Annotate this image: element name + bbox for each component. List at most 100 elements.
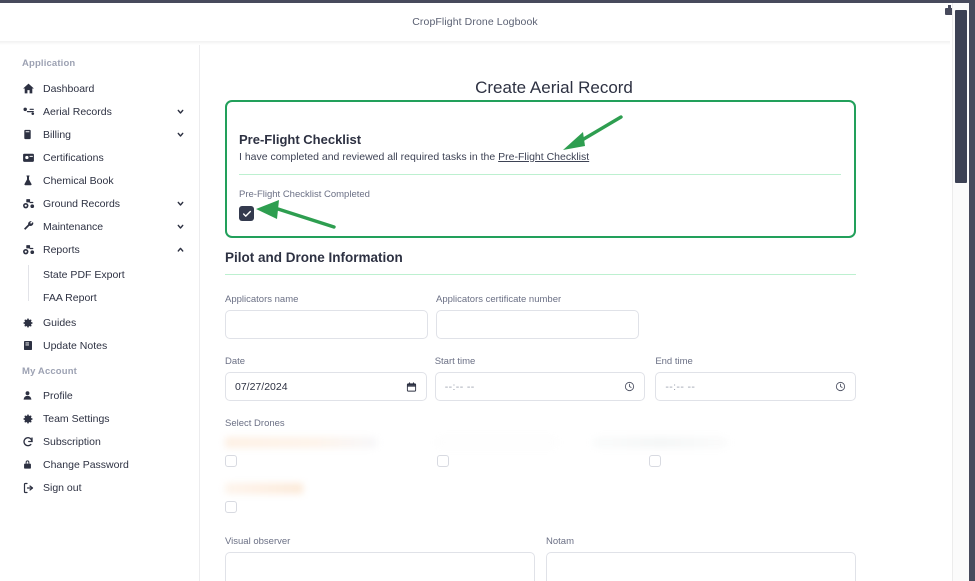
sidebar-item-label: Maintenance <box>43 220 104 233</box>
sidebar-item-label: Chemical Book <box>43 174 114 187</box>
sidebar-item-label: Aerial Records <box>43 105 112 118</box>
drone-name-redacted <box>593 437 728 448</box>
checklist-heading: Pre-Flight Checklist <box>239 132 362 147</box>
chevron-up-icon[interactable] <box>175 245 186 254</box>
applicators-certificate-number-input[interactable] <box>436 310 639 339</box>
sidebar-section-my-account: My Account <box>22 366 77 377</box>
end-time-field-group: End time --:-- -- <box>655 356 856 401</box>
vertical-scrollbar-thumb[interactable] <box>955 10 967 183</box>
sidebar-item-ground-records[interactable]: Ground Records <box>0 192 200 215</box>
sidebar-item-label: Team Settings <box>43 412 110 425</box>
sidebar-item-sign-out[interactable]: Sign out <box>0 476 200 499</box>
sidebar: Application Dashboard Aerial Records Bil… <box>0 45 200 581</box>
receipt-icon <box>22 128 37 141</box>
sidebar-item-state-pdf-export[interactable]: State PDF Export <box>22 263 200 286</box>
clock-icon[interactable] <box>835 381 846 392</box>
sidebar-item-change-password[interactable]: Change Password <box>0 453 200 476</box>
sidebar-item-maintenance[interactable]: Maintenance <box>0 215 200 238</box>
chevron-down-icon[interactable] <box>175 199 186 208</box>
pilot-and-drone-information-section: Pilot and Drone Information Applicators … <box>225 250 856 526</box>
window-chrome-right <box>969 0 975 581</box>
sidebar-item-label: Guides <box>43 316 77 329</box>
sidebar-item-update-notes[interactable]: Update Notes <box>0 334 200 357</box>
start-time-input[interactable]: --:-- -- <box>434 372 646 401</box>
sidebar-item-profile[interactable]: Profile <box>0 384 200 407</box>
app-title: CropFlight Drone Logbook <box>412 16 538 28</box>
sidebar-item-reports[interactable]: Reports <box>0 238 200 261</box>
home-icon <box>22 82 37 95</box>
app-window: CropFlight Drone Logbook Application Das… <box>0 0 975 581</box>
sidebar-item-billing[interactable]: Billing <box>0 123 200 146</box>
sidebar-item-certifications[interactable]: Certifications <box>0 146 200 169</box>
notam-field-group: Notam <box>546 536 856 581</box>
sidebar-item-dashboard[interactable]: Dashboard <box>0 77 200 100</box>
app-header-bar: CropFlight Drone Logbook <box>0 3 950 41</box>
sidebar-item-label: Ground Records <box>43 197 121 210</box>
sidebar-reports-submenu: State PDF Export FAA Report <box>0 263 200 309</box>
pre-flight-checklist-link[interactable]: Pre-Flight Checklist <box>498 151 589 163</box>
drone-checkbox[interactable] <box>225 501 237 513</box>
visual-observer-textarea[interactable] <box>225 552 535 581</box>
sidebar-item-label: Profile <box>43 389 73 402</box>
name-cert-row: Applicators name Applicators certificate… <box>225 294 856 339</box>
sidebar-item-label: Change Password <box>43 458 129 471</box>
end-time-value: --:-- -- <box>665 380 696 393</box>
drone-icon <box>22 105 37 118</box>
pre-flight-checklist-card: Pre-Flight Checklist I have completed an… <box>225 100 856 238</box>
sidebar-item-team-settings[interactable]: Team Settings <box>0 407 200 430</box>
sidebar-item-label: Reports <box>43 243 80 256</box>
certificate-icon <box>22 151 37 164</box>
sidebar-item-chemical-book[interactable]: Chemical Book <box>0 169 200 192</box>
sidebar-item-label: Billing <box>43 128 72 141</box>
book-icon <box>22 339 37 352</box>
chevron-down-icon[interactable] <box>175 107 186 116</box>
wrench-icon <box>22 220 37 233</box>
sign-out-icon <box>22 482 37 494</box>
calendar-icon[interactable] <box>406 381 417 393</box>
applicators-name-field-group: Applicators name <box>225 294 428 339</box>
drone-name-redacted <box>437 437 557 448</box>
applicators-name-label: Applicators name <box>225 294 299 305</box>
applicators-name-input[interactable] <box>225 310 428 339</box>
sidebar-item-guides[interactable]: Guides <box>0 311 200 334</box>
drone-checkbox[interactable] <box>649 455 661 467</box>
sidebar-item-label: Update Notes <box>43 339 108 352</box>
tractor-icon <box>22 243 37 256</box>
observer-notam-row: Visual observer Notam <box>225 536 856 581</box>
start-time-value: --:-- -- <box>444 380 475 393</box>
checklist-divider <box>239 174 841 175</box>
sidebar-section-application: Application <box>22 58 76 69</box>
sidebar-item-label: Sign out <box>43 481 82 494</box>
flask-icon <box>22 174 37 187</box>
sidebar-item-label: Subscription <box>43 435 101 448</box>
chevron-down-icon[interactable] <box>175 222 186 231</box>
end-time-label: End time <box>655 356 693 367</box>
drone-option[interactable] <box>225 483 303 513</box>
end-time-input[interactable]: --:-- -- <box>655 372 856 401</box>
notam-textarea[interactable] <box>546 552 856 581</box>
refresh-icon <box>22 436 37 448</box>
drone-option[interactable] <box>437 437 557 467</box>
checklist-checkbox-label: Pre-Flight Checklist Completed <box>239 189 370 200</box>
applicators-certificate-number-label: Applicators certificate number <box>436 294 562 305</box>
applicators-certificate-number-field-group: Applicators certificate number <box>436 294 639 339</box>
sidebar-item-aerial-records[interactable]: Aerial Records <box>0 100 200 123</box>
sidebar-item-subscription[interactable]: Subscription <box>0 430 200 453</box>
checklist-description-text: I have completed and reviewed all requir… <box>239 151 499 163</box>
clock-icon[interactable] <box>624 381 635 392</box>
checklist-description: I have completed and reviewed all requir… <box>239 151 841 163</box>
drone-checkbox[interactable] <box>437 455 449 467</box>
notam-label: Notam <box>546 536 574 547</box>
visual-observer-label: Visual observer <box>225 536 291 547</box>
sidebar-item-faa-report[interactable]: FAA Report <box>22 286 200 309</box>
pre-flight-checklist-completed-checkbox[interactable] <box>239 206 254 221</box>
date-input[interactable]: 07/27/2024 <box>225 372 427 401</box>
check-icon <box>242 210 251 217</box>
drone-option[interactable] <box>225 437 377 467</box>
date-label: Date <box>225 356 246 367</box>
chevron-down-icon[interactable] <box>175 130 186 139</box>
drone-checkbox[interactable] <box>225 455 237 467</box>
page-body: Application Dashboard Aerial Records Bil… <box>0 45 950 581</box>
date-field-group: Date 07/27/2024 <box>225 356 427 401</box>
drone-option[interactable] <box>593 437 728 467</box>
